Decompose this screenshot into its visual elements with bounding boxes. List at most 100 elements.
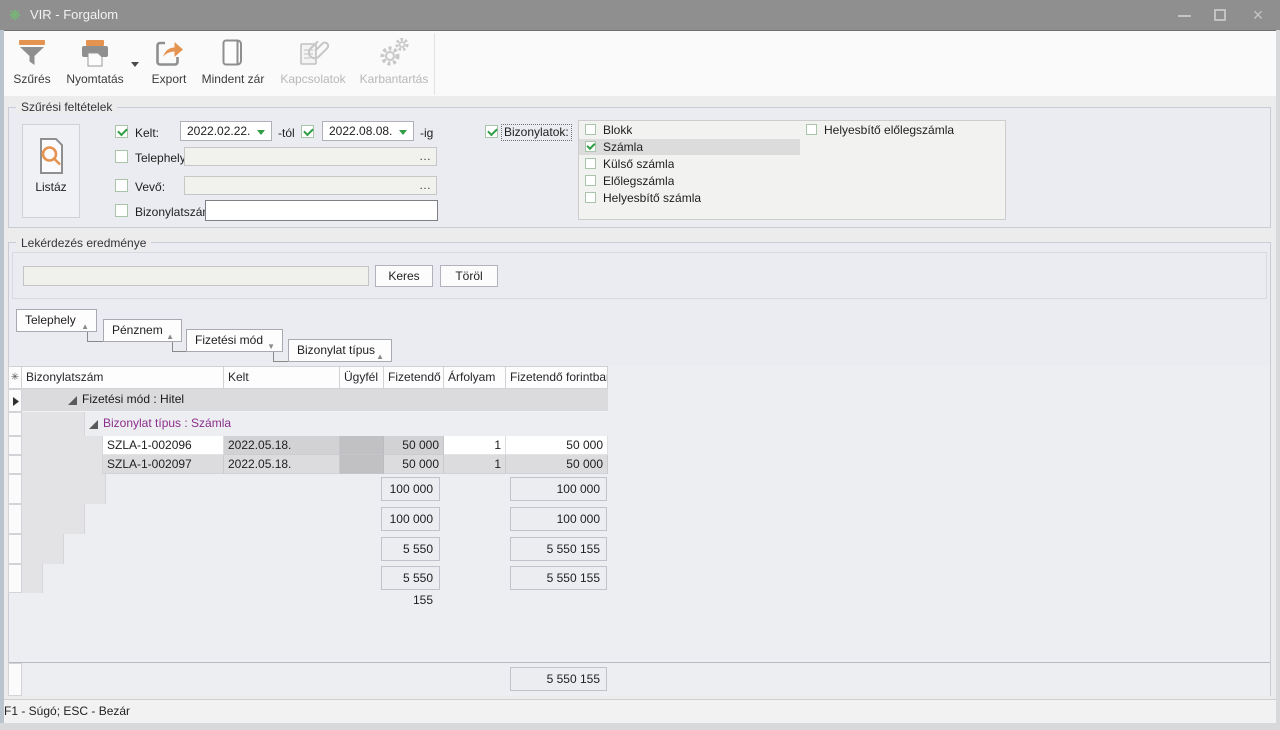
- cell-ugyfel[interactable]: [340, 436, 384, 455]
- group-footer-sum: 100 000: [381, 477, 440, 501]
- cell-forintban[interactable]: 50 000: [506, 455, 608, 474]
- filter-button[interactable]: Szűrés: [8, 34, 56, 94]
- ellipsis-button[interactable]: …: [419, 177, 432, 194]
- group-row-caption: Fizetési mód : Hitel: [82, 392, 184, 406]
- bizonylatok-checkbox[interactable]: [485, 125, 498, 138]
- column-header-fizetendo-forintban[interactable]: Fizetendő forintban: [506, 366, 608, 389]
- results-groupbox-title: Lekérdezés eredménye: [16, 236, 151, 250]
- kelt-checkbox[interactable]: [115, 125, 128, 138]
- date-to-value: 2022.08.08.: [329, 124, 392, 138]
- group-indent: [22, 564, 43, 593]
- kelt-to-checkbox[interactable]: [301, 125, 314, 138]
- date-from-value: 2022.02.22.: [187, 124, 250, 138]
- bizonylatok-label: Bizonylatok:: [501, 124, 572, 141]
- minimize-button[interactable]: [1178, 15, 1191, 17]
- focused-row-arrow-icon: [13, 397, 19, 406]
- option-elolegszamla-checkbox[interactable]: [585, 175, 596, 186]
- clear-button[interactable]: Töröl: [440, 265, 498, 287]
- option-helyesbito-elolegszamla-checkbox[interactable]: [806, 124, 817, 135]
- group-row-caption: Bizonylat típus : Számla: [103, 416, 231, 430]
- option-szamla-checkbox[interactable]: [585, 141, 596, 152]
- bizonylatszam-input[interactable]: [205, 200, 438, 221]
- print-dropdown-arrow-icon[interactable]: [131, 62, 139, 67]
- cell-arfolyam[interactable]: 1: [444, 436, 506, 455]
- maximize-button[interactable]: [1214, 9, 1226, 21]
- column-header-bizonylatszam[interactable]: Bizonylatszám: [22, 366, 224, 389]
- cell-bizonylatszam[interactable]: SZLA-1-002097: [103, 455, 224, 474]
- ellipsis-button[interactable]: …: [419, 148, 432, 165]
- cell-arfolyam[interactable]: 1: [444, 455, 506, 474]
- group-indent: [22, 504, 85, 534]
- option-kulso-szamla-checkbox[interactable]: [585, 158, 596, 169]
- gears-icon: [355, 34, 433, 72]
- cell-fizetendo[interactable]: 50 000: [384, 436, 444, 455]
- group-indent: [22, 474, 106, 504]
- status-bar: F1 - Súgó; ESC - Bezár: [0, 699, 1280, 723]
- groupby-telephely[interactable]: Telephely ▲: [16, 309, 97, 332]
- cell-kelt[interactable]: 2022.05.18.: [224, 436, 340, 455]
- groupby-penznem[interactable]: Pénznem ▲: [103, 319, 182, 342]
- telephely-field[interactable]: …: [184, 147, 437, 166]
- option-label[interactable]: Helyesbítő számla: [603, 191, 701, 205]
- vevo-label: Vevő:: [135, 180, 165, 194]
- column-header-fizetendo[interactable]: Fizetendő: [384, 366, 444, 389]
- search-button[interactable]: Keres: [375, 265, 433, 287]
- window-title: VIR - Forgalom: [30, 7, 118, 22]
- bizonylatszam-label: Bizonylatszám:: [135, 205, 216, 219]
- group-indent: [22, 455, 103, 474]
- telephely-checkbox[interactable]: [115, 150, 128, 163]
- group-indent: [22, 534, 64, 564]
- row-indicator-cell: [8, 389, 22, 412]
- date-to-combo[interactable]: 2022.08.08.: [322, 121, 414, 141]
- window-right-border: [1276, 30, 1280, 723]
- column-header-ugyfel[interactable]: Ügyfél: [340, 366, 384, 389]
- group-indent: [22, 436, 103, 455]
- bizonylatszam-checkbox[interactable]: [115, 204, 128, 217]
- row-indicator-cell: [8, 564, 22, 593]
- list-button[interactable]: Listáz: [22, 124, 80, 218]
- window-left-border: [0, 30, 4, 723]
- close-button[interactable]: ×: [1248, 3, 1268, 27]
- option-blokk-checkbox[interactable]: [585, 124, 596, 135]
- export-icon: [145, 34, 193, 72]
- row-indicator-cell: [8, 412, 22, 436]
- grid-footer-separator: [9, 662, 1270, 663]
- vevo-checkbox[interactable]: [115, 179, 128, 192]
- vevo-field[interactable]: …: [184, 176, 437, 195]
- group-footer-sum: 100 000: [381, 507, 440, 531]
- from-suffix-label: -tól: [278, 126, 295, 140]
- option-label[interactable]: Helyesbítő előlegszámla: [824, 123, 954, 137]
- row-indicator-cell: [8, 436, 22, 455]
- group-footer-sum: 5 550 155: [381, 566, 440, 590]
- cell-forintban[interactable]: 50 000: [506, 436, 608, 455]
- group-footer-sum: 100 000: [510, 507, 607, 531]
- dropdown-arrow-icon: [257, 130, 265, 135]
- option-label[interactable]: Előlegszámla: [603, 174, 674, 188]
- to-suffix-label: -ig: [420, 126, 433, 140]
- column-header-kelt[interactable]: Kelt: [224, 366, 340, 389]
- list-button-label: Listáz: [23, 178, 79, 196]
- option-label[interactable]: Külső számla: [603, 157, 674, 171]
- close-all-button[interactable]: Mindent zár: [197, 34, 269, 94]
- grand-total-sum: 5 550 155: [510, 667, 607, 691]
- search-input[interactable]: [23, 266, 369, 286]
- cell-bizonylatszam[interactable]: SZLA-1-002096: [103, 436, 224, 455]
- option-label[interactable]: Blokk: [603, 123, 632, 137]
- row-indicator-cell: [8, 504, 22, 534]
- cell-fizetendo[interactable]: 50 000: [384, 455, 444, 474]
- filter-icon: [8, 34, 56, 72]
- groupby-bizonylat-tipus[interactable]: Bizonylat típus ▲: [288, 339, 392, 362]
- option-helyesbito-szamla-checkbox[interactable]: [585, 192, 596, 203]
- maintenance-button: Karbantartás: [355, 34, 433, 94]
- row-indicator-header-star-icon: ✳: [8, 366, 22, 389]
- cell-kelt[interactable]: 2022.05.18.: [224, 455, 340, 474]
- group-footer-sum: 5 550 155: [381, 537, 440, 561]
- option-label[interactable]: Számla: [603, 140, 643, 154]
- group-footer-sum: 100 000: [510, 477, 607, 501]
- export-button[interactable]: Export: [145, 34, 193, 94]
- date-from-combo[interactable]: 2022.02.22.: [180, 121, 272, 141]
- cell-ugyfel[interactable]: [340, 455, 384, 474]
- print-button[interactable]: Nyomtatás: [62, 34, 128, 94]
- column-header-arfolyam[interactable]: Árfolyam: [444, 366, 506, 389]
- groupby-fizetesi-mod[interactable]: Fizetési mód ▼: [186, 329, 283, 352]
